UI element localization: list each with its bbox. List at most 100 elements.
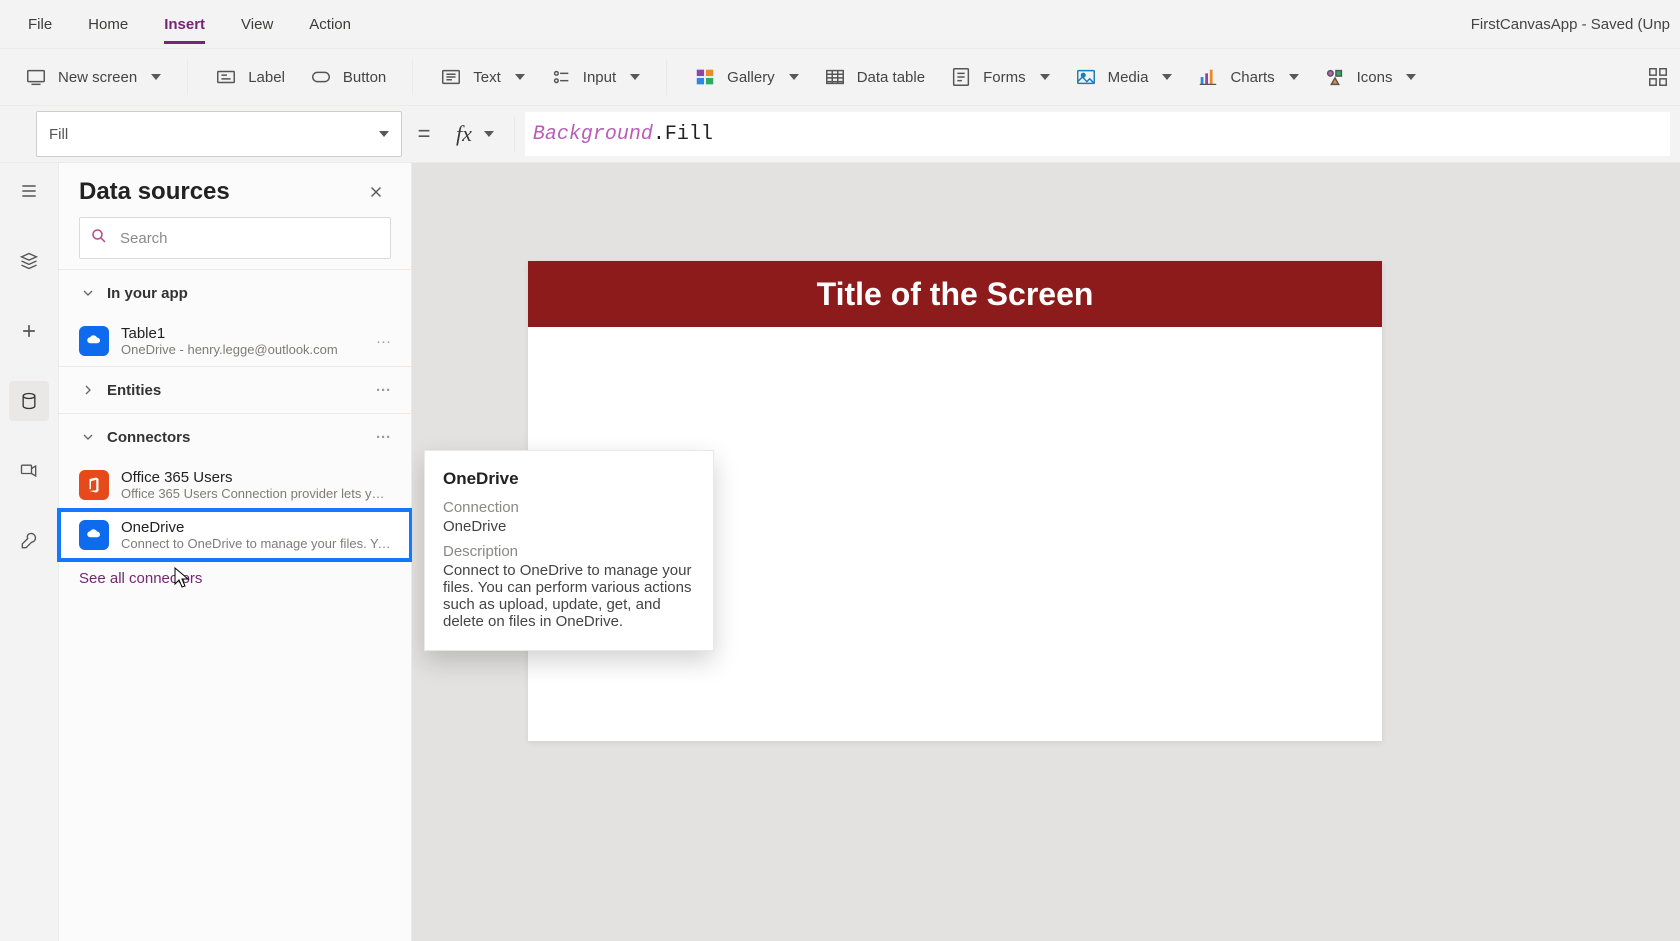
forms-dropdown[interactable]: Forms: [937, 57, 1062, 97]
datatable-button[interactable]: Data table: [811, 57, 937, 97]
connector-title: Office 365 Users: [121, 469, 391, 486]
datasource-table1[interactable]: Table1 OneDrive - henry.legge@outlook.co…: [59, 316, 411, 366]
onedrive-icon: [79, 520, 109, 550]
rail-hamburger[interactable]: [9, 171, 49, 211]
data-sources-panel: Data sources In your app: [59, 163, 412, 941]
menu-insert-label: Insert: [164, 16, 205, 33]
new-screen-icon: [24, 65, 48, 89]
text-icon: [439, 65, 463, 89]
section-in-your-app[interactable]: In your app: [59, 270, 411, 316]
canvas-area: Title of the Screen OneDrive Connection …: [412, 163, 1680, 941]
rail-advanced-tools[interactable]: [9, 521, 49, 561]
forms-label: Forms: [983, 69, 1026, 86]
media-dropdown[interactable]: Media: [1062, 57, 1185, 97]
chevron-down-icon: [79, 428, 97, 446]
more-icon[interactable]: ···: [376, 333, 391, 350]
datatable-icon: [823, 65, 847, 89]
panel-close-button[interactable]: [361, 177, 391, 207]
menu-insert[interactable]: Insert: [146, 0, 223, 48]
separator: [514, 116, 515, 152]
see-all-connectors-link[interactable]: See all connectors: [59, 560, 411, 605]
rail-insert[interactable]: [9, 311, 49, 351]
chevron-down-icon: [79, 284, 97, 302]
menu-home-label: Home: [88, 16, 128, 33]
tooltip-description-label: Description: [443, 543, 695, 560]
search-input[interactable]: [118, 229, 380, 248]
screen-title: Title of the Screen: [817, 276, 1094, 313]
see-all-connectors-text: See all connectors: [79, 570, 202, 587]
rail-data[interactable]: [9, 381, 49, 421]
separator: [412, 59, 413, 95]
chevron-down-icon: [1040, 74, 1050, 80]
chevron-down-icon: [151, 74, 161, 80]
formula-object: Background: [533, 123, 653, 146]
charts-icon: [1196, 65, 1220, 89]
tooltip-connection-value: OneDrive: [443, 518, 695, 535]
media-label: Media: [1108, 69, 1149, 86]
panel-title: Data sources: [79, 178, 230, 206]
button-button[interactable]: Button: [297, 57, 398, 97]
left-rail: [0, 163, 59, 941]
more-icon[interactable]: ···: [376, 429, 391, 446]
app-title-text: FirstCanvasApp - Saved (Unp: [1471, 16, 1670, 33]
fx-icon[interactable]: fx: [446, 121, 504, 147]
top-menu-bar: File Home Insert View Action FirstCanvas…: [0, 0, 1680, 49]
media-icon: [1074, 65, 1098, 89]
rail-tree-view[interactable]: [9, 241, 49, 281]
section-entities-label: Entities: [107, 382, 161, 399]
property-select-value: Fill: [49, 126, 68, 143]
ribbon-more-icon[interactable]: [1646, 65, 1670, 89]
datatable-label: Data table: [857, 69, 925, 86]
chevron-down-icon: [484, 131, 494, 137]
menu-action[interactable]: Action: [291, 0, 369, 48]
icons-icon: [1323, 65, 1347, 89]
formula-prop: .Fill: [653, 123, 713, 146]
chevron-down-icon: [1406, 74, 1416, 80]
gallery-dropdown[interactable]: Gallery: [681, 57, 811, 97]
new-screen-label: New screen: [58, 69, 137, 86]
text-label: Text: [473, 69, 501, 86]
tooltip-connection-label: Connection: [443, 499, 695, 516]
rail-media[interactable]: [9, 451, 49, 491]
chevron-down-icon: [630, 74, 640, 80]
datasource-sub: OneDrive - henry.legge@outlook.com: [121, 342, 364, 357]
menu-view[interactable]: View: [223, 0, 291, 48]
app-title: FirstCanvasApp - Saved (Unp: [1471, 0, 1670, 48]
chevron-right-icon: [79, 381, 97, 399]
connector-onedrive[interactable]: OneDrive Connect to OneDrive to manage y…: [59, 510, 411, 560]
tooltip-title: OneDrive: [443, 469, 695, 489]
label-button[interactable]: Label: [202, 57, 297, 97]
property-select[interactable]: Fill: [36, 111, 402, 157]
new-screen-button[interactable]: New screen: [12, 57, 173, 97]
chevron-down-icon: [1289, 74, 1299, 80]
main-area: Data sources In your app: [0, 163, 1680, 941]
search-icon: [90, 227, 108, 249]
separator: [187, 59, 188, 95]
input-label: Input: [583, 69, 616, 86]
menu-view-label: View: [241, 16, 273, 33]
tooltip-description-value: Connect to OneDrive to manage your files…: [443, 562, 695, 630]
menu-file[interactable]: File: [10, 0, 70, 48]
label-icon: [214, 65, 238, 89]
input-icon: [549, 65, 573, 89]
forms-icon: [949, 65, 973, 89]
section-connectors[interactable]: Connectors ···: [59, 414, 411, 460]
more-icon[interactable]: ···: [376, 382, 391, 399]
connector-sub: Connect to OneDrive to manage your files…: [121, 536, 391, 551]
text-dropdown[interactable]: Text: [427, 57, 537, 97]
connector-tooltip: OneDrive Connection OneDrive Description…: [424, 450, 714, 651]
input-dropdown[interactable]: Input: [537, 57, 652, 97]
equals-sign: =: [402, 121, 446, 147]
button-text: Button: [343, 69, 386, 86]
menu-action-label: Action: [309, 16, 351, 33]
datasource-name: Table1: [121, 325, 364, 342]
icons-dropdown[interactable]: Icons: [1311, 57, 1429, 97]
menu-home[interactable]: Home: [70, 0, 146, 48]
search-box[interactable]: [79, 217, 391, 259]
chevron-down-icon: [1162, 74, 1172, 80]
formula-input[interactable]: Background.Fill: [525, 112, 1670, 156]
connector-office365-users[interactable]: Office 365 Users Office 365 Users Connec…: [59, 460, 411, 510]
section-entities[interactable]: Entities ···: [59, 367, 411, 413]
chevron-down-icon: [379, 131, 389, 137]
charts-dropdown[interactable]: Charts: [1184, 57, 1310, 97]
